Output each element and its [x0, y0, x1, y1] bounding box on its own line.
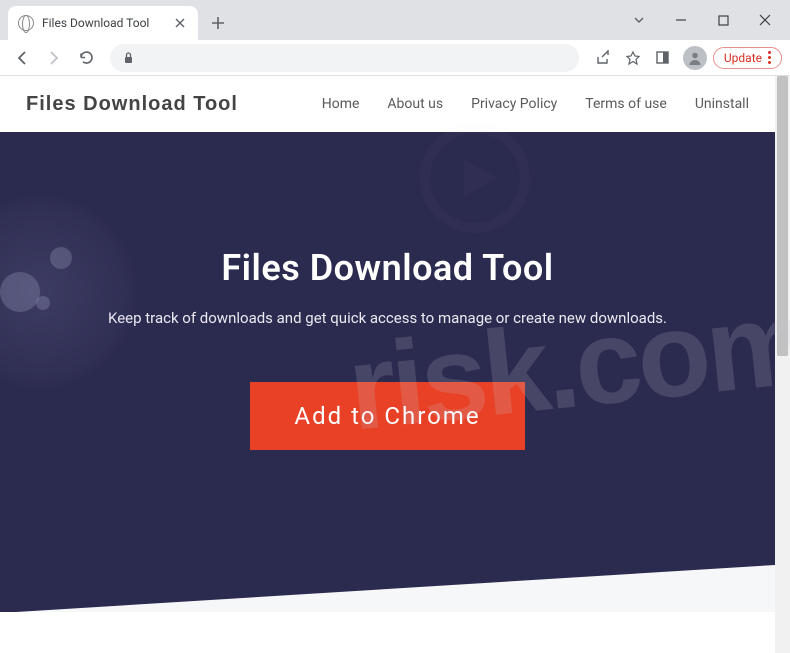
nav-terms[interactable]: Terms of use	[585, 96, 667, 112]
close-window-button[interactable]	[748, 6, 782, 34]
diagonal-divider	[0, 565, 775, 612]
hero-section: Files Download Tool Keep track of downlo…	[0, 132, 775, 612]
scrollbar[interactable]	[775, 76, 790, 653]
maximize-button[interactable]	[706, 6, 740, 34]
menu-dots-icon	[768, 51, 771, 64]
reload-button[interactable]	[72, 44, 100, 72]
window-controls	[622, 6, 790, 40]
address-bar[interactable]	[110, 44, 579, 72]
site-nav: Home About us Privacy Policy Terms of us…	[322, 96, 749, 112]
site-header: Files Download Tool Home About us Privac…	[0, 76, 775, 132]
chevron-down-icon[interactable]	[622, 6, 656, 34]
browser-toolbar: Update	[0, 40, 790, 76]
nav-privacy[interactable]: Privacy Policy	[471, 96, 557, 112]
browser-titlebar: Files Download Tool	[0, 0, 790, 40]
minimize-button[interactable]	[664, 6, 698, 34]
hero-title: Files Download Tool	[221, 247, 553, 289]
update-button[interactable]: Update	[713, 47, 782, 69]
add-to-chrome-button[interactable]: Add to Chrome	[250, 382, 524, 450]
decorative-circles	[0, 192, 140, 392]
back-button[interactable]	[8, 44, 36, 72]
share-icon[interactable]	[589, 44, 617, 72]
watermark-logo	[420, 123, 530, 233]
close-icon[interactable]	[172, 15, 188, 31]
nav-uninstall[interactable]: Uninstall	[695, 96, 749, 112]
new-tab-button[interactable]	[204, 9, 232, 37]
forward-button[interactable]	[40, 44, 68, 72]
extensions-icon[interactable]	[649, 44, 677, 72]
nav-home[interactable]: Home	[322, 96, 360, 112]
browser-tab[interactable]: Files Download Tool	[8, 6, 198, 40]
update-label: Update	[724, 51, 762, 65]
hero-subtitle: Keep track of downloads and get quick ac…	[108, 307, 667, 330]
site-logo[interactable]: Files Download Tool	[26, 93, 238, 116]
nav-about[interactable]: About us	[387, 96, 443, 112]
lock-icon	[122, 51, 135, 64]
profile-avatar[interactable]	[683, 46, 707, 70]
bookmark-icon[interactable]	[619, 44, 647, 72]
scrollbar-thumb[interactable]	[777, 76, 788, 356]
tab-title: Files Download Tool	[42, 16, 164, 30]
globe-icon	[18, 15, 34, 31]
